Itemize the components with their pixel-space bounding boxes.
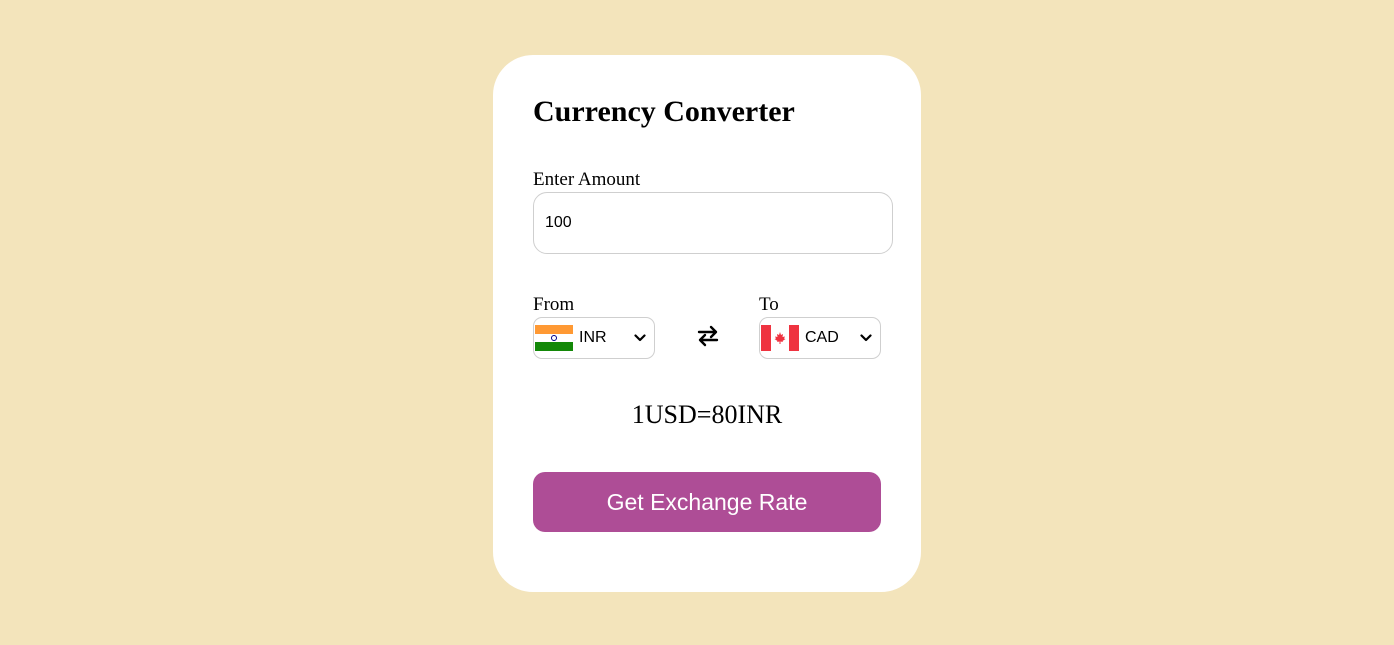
from-currency-select[interactable]: INR [533, 317, 655, 359]
to-currency-select[interactable]: CAD [759, 317, 881, 359]
to-label: To [759, 294, 779, 315]
from-label: From [533, 294, 575, 315]
exchange-rate-text: 1USD=80INR [631, 400, 783, 429]
page-title: Currency Converter [533, 95, 795, 128]
amount-input[interactable] [533, 192, 893, 254]
canada-flag-icon [761, 325, 799, 351]
amount-label: Enter Amount [533, 169, 641, 190]
maple-leaf-icon [774, 332, 786, 344]
converter-card: Currency Converter Enter Amount From INR… [493, 55, 921, 592]
get-exchange-rate-button[interactable]: Get Exchange Rate [533, 472, 881, 532]
from-currency-code: INR [579, 329, 607, 346]
chevron-down-icon [634, 334, 646, 342]
india-flag-icon [535, 325, 573, 351]
chevron-down-icon [860, 334, 872, 342]
swap-arrows-icon[interactable] [695, 323, 721, 349]
to-currency-code: CAD [805, 329, 839, 346]
